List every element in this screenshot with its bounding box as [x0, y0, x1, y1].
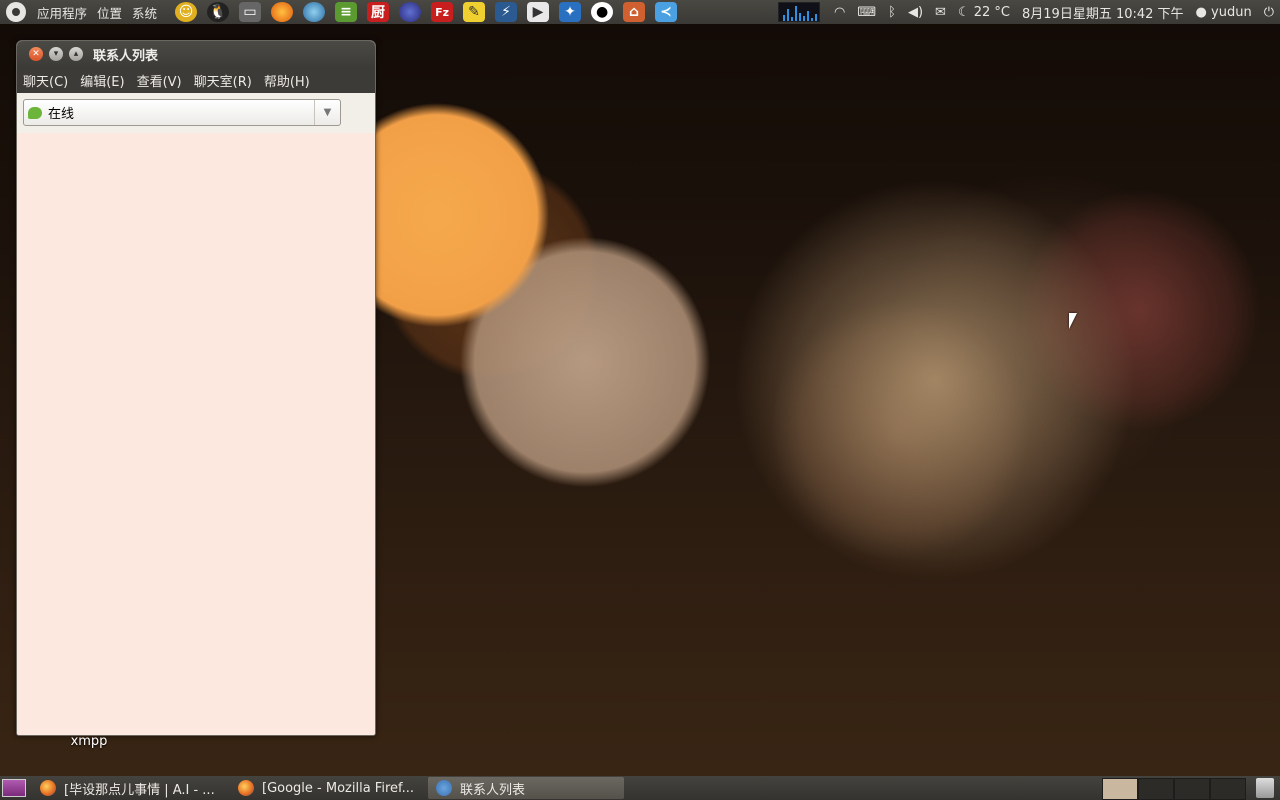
dropdown-arrow-icon[interactable]: ▼ — [314, 100, 340, 125]
window-title: 联系人列表 — [93, 48, 159, 64]
show-desktop-button[interactable] — [2, 779, 26, 797]
workspace-switcher — [1102, 778, 1246, 800]
volume-icon[interactable]: ◀) — [908, 5, 923, 20]
clock[interactable]: 8月19日星期五 10:42 下午 — [1022, 3, 1184, 22]
swift-icon[interactable]: ≺ — [655, 2, 678, 22]
close-button[interactable]: ✕ — [29, 47, 43, 61]
status-dropdown[interactable]: 在线 ▼ — [23, 99, 341, 126]
status-value: 在线 — [48, 107, 75, 122]
notes-icon[interactable]: ✎ — [463, 2, 486, 22]
bird-icon[interactable]: ✦ — [559, 2, 582, 22]
eclipse-icon[interactable] — [399, 2, 422, 22]
flash-icon[interactable]: ⚡ — [495, 2, 518, 22]
menu-help[interactable]: 帮助(H) — [258, 71, 316, 90]
desktop-icon-label[interactable]: xmpp — [60, 734, 118, 749]
menu-chatroom[interactable]: 聊天室(R) — [188, 71, 258, 90]
firefox-icon[interactable] — [271, 2, 294, 22]
taskbar-item-label: [Google - Mozilla Firef... — [262, 780, 415, 796]
filezilla-icon[interactable]: Fz — [431, 2, 454, 22]
pidgin-icon — [436, 780, 452, 796]
terminal-icon[interactable]: ▭ — [239, 2, 262, 22]
workspace-4[interactable] — [1210, 778, 1246, 800]
qq-icon[interactable]: 🐧 — [207, 2, 230, 22]
firefox-icon — [238, 780, 254, 796]
menu-view[interactable]: 查看(V) — [131, 71, 188, 90]
taskbar-item[interactable]: [Google - Mozilla Firef... — [230, 777, 426, 799]
user-menu[interactable]: ● yudun — [1196, 5, 1252, 20]
workspace-1[interactable] — [1102, 778, 1138, 800]
power-icon[interactable]: ⏻ — [1264, 5, 1274, 20]
chat-bubble-icon — [28, 106, 42, 119]
window-menubar: 聊天(C) 编辑(E) 查看(V) 聊天室(R) 帮助(H) — [17, 67, 375, 93]
temperature: 22 °C — [973, 4, 1010, 20]
workspace-2[interactable] — [1138, 778, 1174, 800]
launcher-area: ☺ 🐧 ▭ ≡ 厨 Fz ✎ ⚡ ▶ ✦ ● ⌂ ≺ — [170, 2, 682, 22]
window-titlebar[interactable]: ✕ ▾ ▴ 联系人列表 — [17, 41, 375, 67]
mail-icon[interactable]: ✉ — [935, 5, 946, 20]
panda-icon[interactable]: ● — [591, 2, 614, 22]
user-icon: ● — [1195, 4, 1207, 20]
contact-list-window: ✕ ▾ ▴ 联系人列表 聊天(C) 编辑(E) 查看(V) 聊天室(R) 帮助(… — [16, 40, 376, 736]
browser-globe-icon[interactable] — [303, 2, 326, 22]
bluetooth-icon[interactable]: ᛒ — [888, 5, 896, 20]
trash-icon[interactable] — [1256, 778, 1274, 798]
workspace-3[interactable] — [1174, 778, 1210, 800]
username: yudun — [1211, 4, 1252, 20]
menu-places[interactable]: 位置 — [92, 3, 127, 22]
top-panel: 应用程序 位置 系统 ☺ 🐧 ▭ ≡ 厨 Fz ✎ ⚡ ▶ ✦ ● ⌂ ≺ ◠ … — [0, 0, 1280, 24]
ubuntu-logo-icon[interactable] — [6, 2, 26, 22]
mouse-pointer-icon — [1069, 313, 1077, 329]
menu-chat[interactable]: 聊天(C) — [17, 71, 74, 90]
menu-applications[interactable]: 应用程序 — [32, 3, 92, 22]
menu-system[interactable]: 系统 — [127, 3, 162, 22]
taskbar-item[interactable]: [毕设那点儿事情 | A.I - ... — [32, 777, 228, 799]
chef-icon[interactable]: 厨 — [367, 2, 390, 22]
wifi-icon[interactable]: ◠ — [834, 5, 845, 20]
firefox-icon — [40, 780, 56, 796]
keyboard-icon[interactable]: ⌨ — [857, 5, 876, 20]
taskbar-item-label: [毕设那点儿事情 | A.I - ... — [64, 782, 215, 798]
taskbar-item-label: 联系人列表 — [460, 782, 526, 798]
maximize-button[interactable]: ▴ — [69, 47, 83, 61]
menu-edit[interactable]: 编辑(E) — [74, 71, 130, 90]
qq-pet-icon[interactable]: ☺ — [175, 2, 198, 22]
minimize-button[interactable]: ▾ — [49, 47, 63, 61]
weather-moon-icon[interactable]: ☾ 22 °C — [958, 5, 1010, 20]
system-monitor-icon[interactable] — [778, 2, 821, 22]
video-icon[interactable]: ▶ — [527, 2, 550, 22]
taskbar-item[interactable]: 联系人列表 — [428, 777, 624, 799]
folder-icon[interactable]: ⌂ — [623, 2, 646, 22]
bottom-panel: [毕设那点儿事情 | A.I - ... [Google - Mozilla F… — [0, 776, 1280, 800]
status-row: 在线 ▼ — [17, 93, 375, 132]
system-tray: ◠ ⌨ ᛒ ◀) ✉ ☾ 22 °C 8月19日星期五 10:42 下午 ● y… — [770, 0, 1280, 24]
contact-list[interactable] — [17, 133, 375, 735]
book-icon[interactable]: ≡ — [335, 2, 358, 22]
